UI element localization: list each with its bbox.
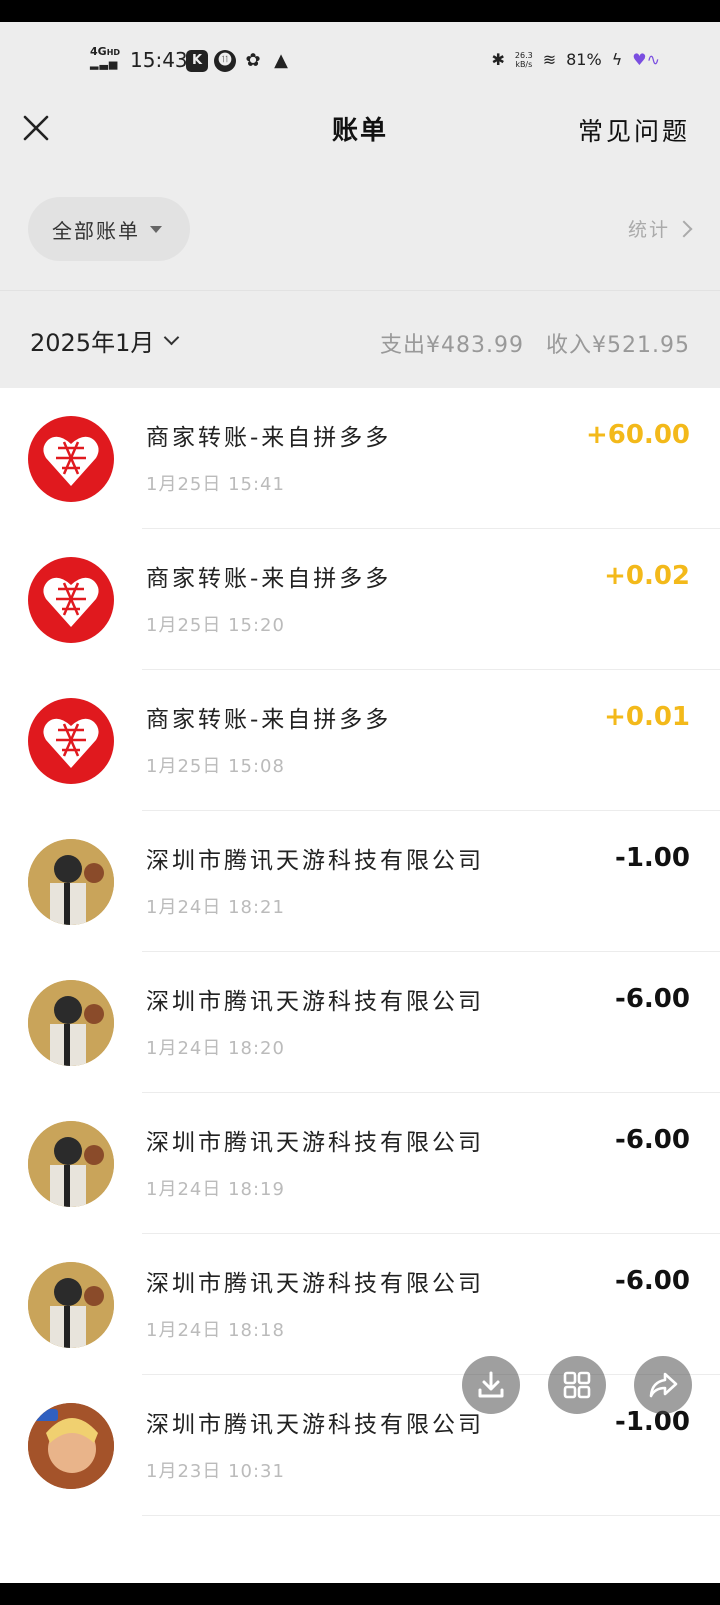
pinduoduo-logo-icon xyxy=(28,557,114,643)
transaction-row[interactable]: 商家转账-来自拼多多 1月25日 15:41 +60.00 xyxy=(0,388,720,529)
transaction-row[interactable]: 商家转账-来自拼多多 1月25日 15:20 +0.02 xyxy=(0,529,720,670)
transaction-amount: -1.00 xyxy=(615,843,690,873)
share-icon xyxy=(649,1372,678,1398)
transaction-time: 1月23日 10:31 xyxy=(146,1461,285,1482)
transaction-time: 1月24日 18:19 xyxy=(146,1179,285,1200)
download-icon xyxy=(478,1371,504,1398)
transaction-amount: +60.00 xyxy=(585,420,690,450)
status-time: 15:43 xyxy=(130,48,188,72)
app-k-icon: K xyxy=(186,50,208,72)
bill-filter-button[interactable]: 全部账单 xyxy=(28,197,190,261)
month-selector[interactable]: 2025年1月 xyxy=(30,323,180,358)
expense-total: 支出¥483.99 xyxy=(380,333,525,358)
grid-icon xyxy=(563,1371,591,1399)
caret-down-icon xyxy=(150,225,162,233)
honor-of-kings-avatar-icon xyxy=(28,1403,114,1489)
grid-menu-button[interactable] xyxy=(548,1356,606,1414)
pubg-avatar-icon xyxy=(28,980,114,1066)
month-summary-bar: 2025年1月 支出¥483.99 收入¥521.95 xyxy=(0,290,720,388)
month-totals: 支出¥483.99 收入¥521.95 xyxy=(366,327,690,359)
transaction-title: 深圳市腾讯天游科技有限公司 xyxy=(146,1271,484,1297)
network-speed: 26.3 kB/s xyxy=(514,50,533,69)
statistics-label: 统计 xyxy=(627,219,670,241)
transaction-time: 1月24日 18:21 xyxy=(146,897,285,918)
transaction-amount: -6.00 xyxy=(615,1125,690,1155)
income-total: 收入¥521.95 xyxy=(546,333,690,358)
transaction-amount: -6.00 xyxy=(615,1266,690,1296)
battery-level: 81% xyxy=(566,50,602,69)
bluetooth-icon: ✱ xyxy=(491,50,505,69)
download-button[interactable] xyxy=(462,1356,520,1414)
divider xyxy=(142,1515,720,1516)
navigation-bar: 账单 常见问题 xyxy=(0,100,720,156)
transaction-row[interactable]: 深圳市腾讯天游科技有限公司 1月23日 10:31 -1.00 xyxy=(0,1375,720,1516)
wifi-icon: ≋ xyxy=(542,50,557,69)
transaction-amount: -6.00 xyxy=(615,984,690,1014)
pinduoduo-logo-icon xyxy=(28,416,114,502)
pubg-avatar-icon xyxy=(28,1121,114,1207)
transaction-title: 商家转账-来自拼多多 xyxy=(146,566,392,592)
bill-screen: 4GHD ▂▃▅ 15:43 K ⓫ ✿ ▲ ✱ 26.3 kB/s ≋ 81% ϟ… xyxy=(0,22,720,1583)
notification-icon: ⓫ xyxy=(214,50,236,72)
bill-filter-label: 全部账单 xyxy=(52,218,140,243)
transaction-time: 1月24日 18:20 xyxy=(146,1038,285,1059)
transaction-time: 1月25日 15:41 xyxy=(146,474,285,495)
transaction-time: 1月25日 15:08 xyxy=(146,756,285,777)
faq-link[interactable]: 常见问题 xyxy=(578,112,690,148)
transaction-title: 商家转账-来自拼多多 xyxy=(146,707,392,733)
transaction-title: 深圳市腾讯天游科技有限公司 xyxy=(146,848,484,874)
bottom-black-bar xyxy=(0,1583,720,1605)
transaction-time: 1月25日 15:20 xyxy=(146,615,285,636)
transaction-title: 深圳市腾讯天游科技有限公司 xyxy=(146,1130,484,1156)
transaction-title: 深圳市腾讯天游科技有限公司 xyxy=(146,1412,484,1438)
transaction-row[interactable]: 深圳市腾讯天游科技有限公司 1月24日 18:19 -6.00 xyxy=(0,1093,720,1234)
pubg-avatar-icon xyxy=(28,839,114,925)
month-label: 2025年1月 xyxy=(30,329,155,357)
transaction-title: 深圳市腾讯天游科技有限公司 xyxy=(146,989,484,1015)
qq-icon: ▲ xyxy=(274,50,288,71)
wechat-icon: ✿ xyxy=(245,50,261,71)
transaction-time: 1月24日 18:18 xyxy=(146,1320,285,1341)
transaction-row[interactable]: 深圳市腾讯天游科技有限公司 1月24日 18:20 -6.00 xyxy=(0,952,720,1093)
transaction-list: 商家转账-来自拼多多 1月25日 15:41 +60.00 商家转账-来自拼多多… xyxy=(0,388,720,1516)
network-indicator: 4GHD ▂▃▅ xyxy=(90,45,121,70)
pinduoduo-logo-icon xyxy=(28,698,114,784)
transaction-row[interactable]: 深圳市腾讯天游科技有限公司 1月24日 18:21 -1.00 xyxy=(0,811,720,952)
statistics-link[interactable]: 统计 xyxy=(627,215,693,242)
share-button[interactable] xyxy=(634,1356,692,1414)
top-black-bar xyxy=(0,0,720,22)
heart-rate-icon: ♥∿ xyxy=(632,50,660,69)
status-right-group: ✱ 26.3 kB/s ≋ 81% ϟ ♥∿ xyxy=(492,50,661,69)
chevron-down-icon xyxy=(164,329,180,346)
transaction-amount: +0.02 xyxy=(604,561,690,591)
status-bar: 4GHD ▂▃▅ 15:43 K ⓫ ✿ ▲ ✱ 26.3 kB/s ≋ 81% ϟ… xyxy=(0,42,720,80)
transaction-amount: +0.01 xyxy=(604,702,690,732)
transaction-row[interactable]: 商家转账-来自拼多多 1月25日 15:08 +0.01 xyxy=(0,670,720,811)
charging-icon: ϟ xyxy=(611,50,623,69)
transaction-row[interactable]: 深圳市腾讯天游科技有限公司 1月24日 18:18 -6.00 xyxy=(0,1234,720,1375)
transaction-title: 商家转账-来自拼多多 xyxy=(146,425,392,451)
chevron-right-icon xyxy=(675,220,693,237)
pubg-avatar-icon xyxy=(28,1262,114,1348)
